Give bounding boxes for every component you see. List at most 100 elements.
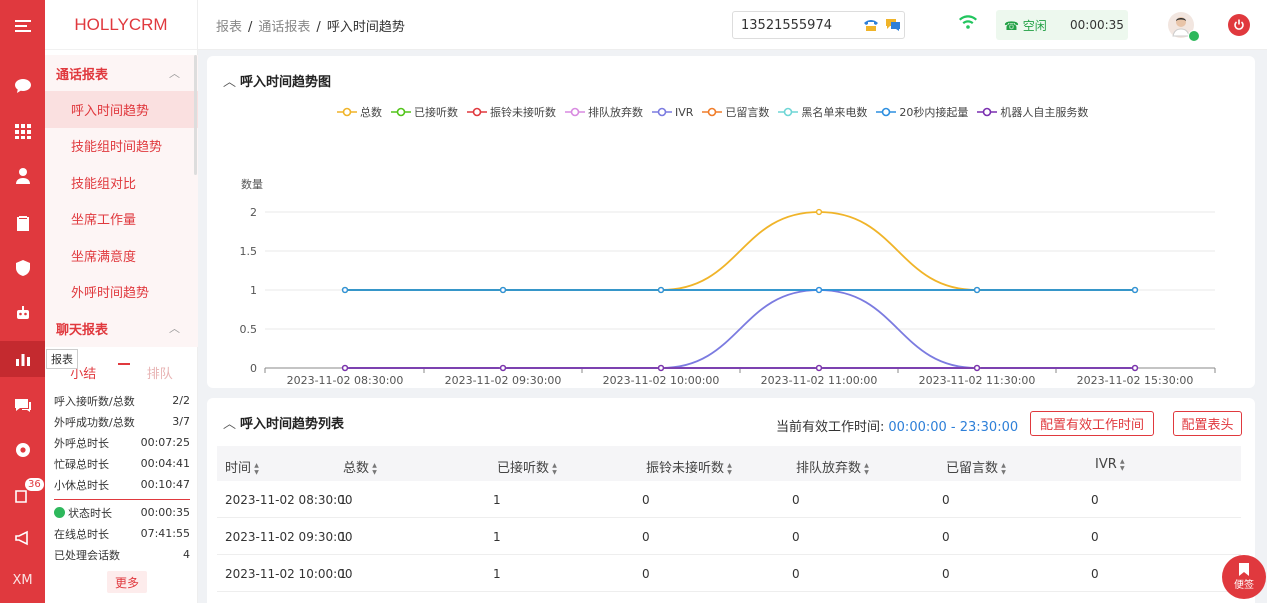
chart-panel-title[interactable]: ︿ 呼入时间趋势图 <box>223 71 331 90</box>
table-cell: 0 <box>792 567 800 581</box>
x-tick-label: 2023-11-02 11:30:00 <box>919 374 1036 387</box>
phone-number[interactable]: 13521555974 <box>733 18 861 33</box>
data-point <box>341 286 349 294</box>
sort-icon[interactable]: ▲▼ <box>1000 462 1007 476</box>
table-cell: 1 <box>339 567 347 581</box>
column-header[interactable]: 总数 ▲▼ <box>343 457 378 476</box>
sort-icon[interactable]: ▲▼ <box>551 462 558 476</box>
config-header-button[interactable]: 配置表头 <box>1173 411 1242 436</box>
message-icon[interactable] <box>0 387 45 423</box>
chat-icon[interactable] <box>0 68 45 104</box>
robot-icon[interactable] <box>0 295 45 331</box>
megaphone-icon[interactable] <box>0 520 45 556</box>
table-cell: 1 <box>493 530 501 544</box>
table-cell: 0 <box>792 530 800 544</box>
sort-icon[interactable]: ▲▼ <box>863 462 870 476</box>
work-time-value: 00:00:00 - 23:30:00 <box>888 420 1019 435</box>
rail-tooltip: 报表 <box>46 349 78 369</box>
column-header[interactable]: 已接听数 ▲▼ <box>497 457 558 476</box>
message-bubble-icon[interactable] <box>882 15 904 35</box>
avatar[interactable] <box>1168 12 1200 42</box>
shield-icon[interactable] <box>0 250 45 286</box>
phone-dial-input[interactable]: 13521555974 <box>732 11 905 39</box>
sort-icon[interactable]: ▲▼ <box>726 462 733 476</box>
menu-group-call-report[interactable]: 通话报表 ︿ <box>45 55 198 91</box>
table-cell: 1 <box>493 493 501 507</box>
report-menu: 通话报表 ︿ 呼入时间趋势 技能组时间趋势 技能组对比 坐席工作量 坐席满意度 外… <box>45 55 198 347</box>
y-tick-label: 1 <box>250 284 257 297</box>
table-cell: 0 <box>1091 530 1099 544</box>
agent-status[interactable]: ☎ 空闲 00:00:35 <box>996 10 1128 40</box>
column-header[interactable]: 时间 ▲▼ <box>225 457 260 476</box>
y-tick-label: 0.5 <box>240 323 258 336</box>
breadcrumb-item[interactable]: 报表 <box>216 20 242 35</box>
sort-icon[interactable]: ▲▼ <box>253 462 260 476</box>
stat-row: 状态时长 00:00:35 <box>54 502 190 523</box>
column-header[interactable]: 已留言数 ▲▼ <box>946 457 1007 476</box>
x-tick-label: 2023-11-02 09:30:00 <box>445 374 562 387</box>
check-circle-icon <box>54 506 65 518</box>
table-cell: 1 <box>339 530 347 544</box>
sort-icon[interactable]: ▲▼ <box>1119 458 1126 472</box>
menu-item-agent-workload[interactable]: 坐席工作量 <box>45 201 198 238</box>
package-icon[interactable]: 36 <box>0 477 45 513</box>
collapse-icon: ︿ <box>223 417 237 432</box>
table-row[interactable]: 2023-11-02 10:00:00 1 1 0 0 0 0 <box>217 555 1241 592</box>
config-work-time-button[interactable]: 配置有效工作时间 <box>1030 411 1154 436</box>
chevron-up-icon: ︿ <box>169 67 180 80</box>
user-icon[interactable] <box>0 158 45 194</box>
clipboard-icon[interactable] <box>0 205 45 241</box>
phone-dial-icon[interactable] <box>861 15 883 35</box>
menu-item-skill-group-trend[interactable]: 技能组时间趋势 <box>45 128 198 165</box>
column-header[interactable]: IVR ▲▼ <box>1095 457 1126 472</box>
menu-group-chat-report[interactable]: 聊天报表 ︿ <box>45 310 198 346</box>
power-icon[interactable] <box>1228 14 1250 36</box>
x-tick-label: 2023-11-02 11:00:00 <box>761 374 878 387</box>
top-bar: 报表 / 通话报表 / 呼入时间趋势 13521555974 ☎ 空闲 00:00:35 <box>198 0 1267 50</box>
more-button[interactable]: 更多 <box>107 571 147 593</box>
y-tick-label: 1.5 <box>240 245 258 258</box>
status-timer: 00:00:35 <box>1070 18 1124 32</box>
table-panel-title[interactable]: ︿ 呼入时间趋势列表 <box>223 413 344 432</box>
gear-icon[interactable] <box>0 432 45 468</box>
table-cell: 0 <box>942 567 950 581</box>
breadcrumb-current: 呼入时间趋势 <box>326 20 405 35</box>
phone-icon: ☎ <box>1004 18 1019 33</box>
breadcrumb-item[interactable]: 通话报表 <box>258 20 310 35</box>
stat-row: 已处理会话数 4 <box>54 548 190 562</box>
menu-scrollbar[interactable] <box>194 55 197 175</box>
menu-item-agent-satisfaction[interactable]: 坐席满意度 <box>45 237 198 274</box>
table-cell: 0 <box>1091 567 1099 581</box>
data-point <box>973 364 981 372</box>
grid-icon[interactable] <box>0 113 45 149</box>
x-tick-label: 2023-11-02 08:30:00 <box>287 374 404 387</box>
column-header[interactable]: 振铃未接听数 ▲▼ <box>646 457 733 476</box>
icon-rail: 36 XM <box>0 0 45 603</box>
data-point <box>341 364 349 372</box>
collapse-icon: ︿ <box>223 75 237 90</box>
y-tick-label: 2 <box>250 206 257 219</box>
stat-row: 呼入接听数/总数 2/2 <box>54 394 190 408</box>
menu-icon[interactable] <box>0 8 45 44</box>
menu-item-skill-group-compare[interactable]: 技能组对比 <box>45 164 198 201</box>
y-axis-label: 数量 <box>241 178 263 191</box>
column-header[interactable]: 排队放弃数 ▲▼ <box>796 457 870 476</box>
report-icon[interactable] <box>0 341 45 377</box>
table-cell: 2023-11-02 08:30:00 <box>225 493 353 507</box>
user-initials[interactable]: XM <box>0 562 45 598</box>
tab-queue[interactable]: 排队 <box>122 355 199 389</box>
table-cell: 0 <box>642 567 650 581</box>
stat-row: 小休总时长 00:10:47 <box>54 478 190 492</box>
sort-icon[interactable]: ▲▼ <box>371 462 378 476</box>
menu-item-outbound-trend[interactable]: 外呼时间趋势 <box>45 274 198 311</box>
table-row[interactable]: 2023-11-02 08:30:00 1 1 0 0 0 0 <box>217 481 1241 518</box>
data-point <box>499 364 507 372</box>
note-button[interactable]: 便签 <box>1222 555 1266 599</box>
trend-chart: 数量 0 0.5 1 1.5 2 2023-11-02 08:30:00 2023-11-02… <box>240 178 1216 387</box>
menu-item-inbound-trend[interactable]: 呼入时间趋势 <box>45 91 198 128</box>
table-cell: 2023-11-02 10:00:00 <box>225 567 353 581</box>
breadcrumb: 报表 / 通话报表 / 呼入时间趋势 <box>216 20 405 35</box>
work-time: 当前有效工作时间: 00:00:00 - 23:30:00 <box>776 420 1019 435</box>
table-row[interactable]: 2023-11-02 09:30:00 1 1 0 0 0 0 <box>217 518 1241 555</box>
x-tick-label: 2023-11-02 15:30:00 <box>1077 374 1194 387</box>
